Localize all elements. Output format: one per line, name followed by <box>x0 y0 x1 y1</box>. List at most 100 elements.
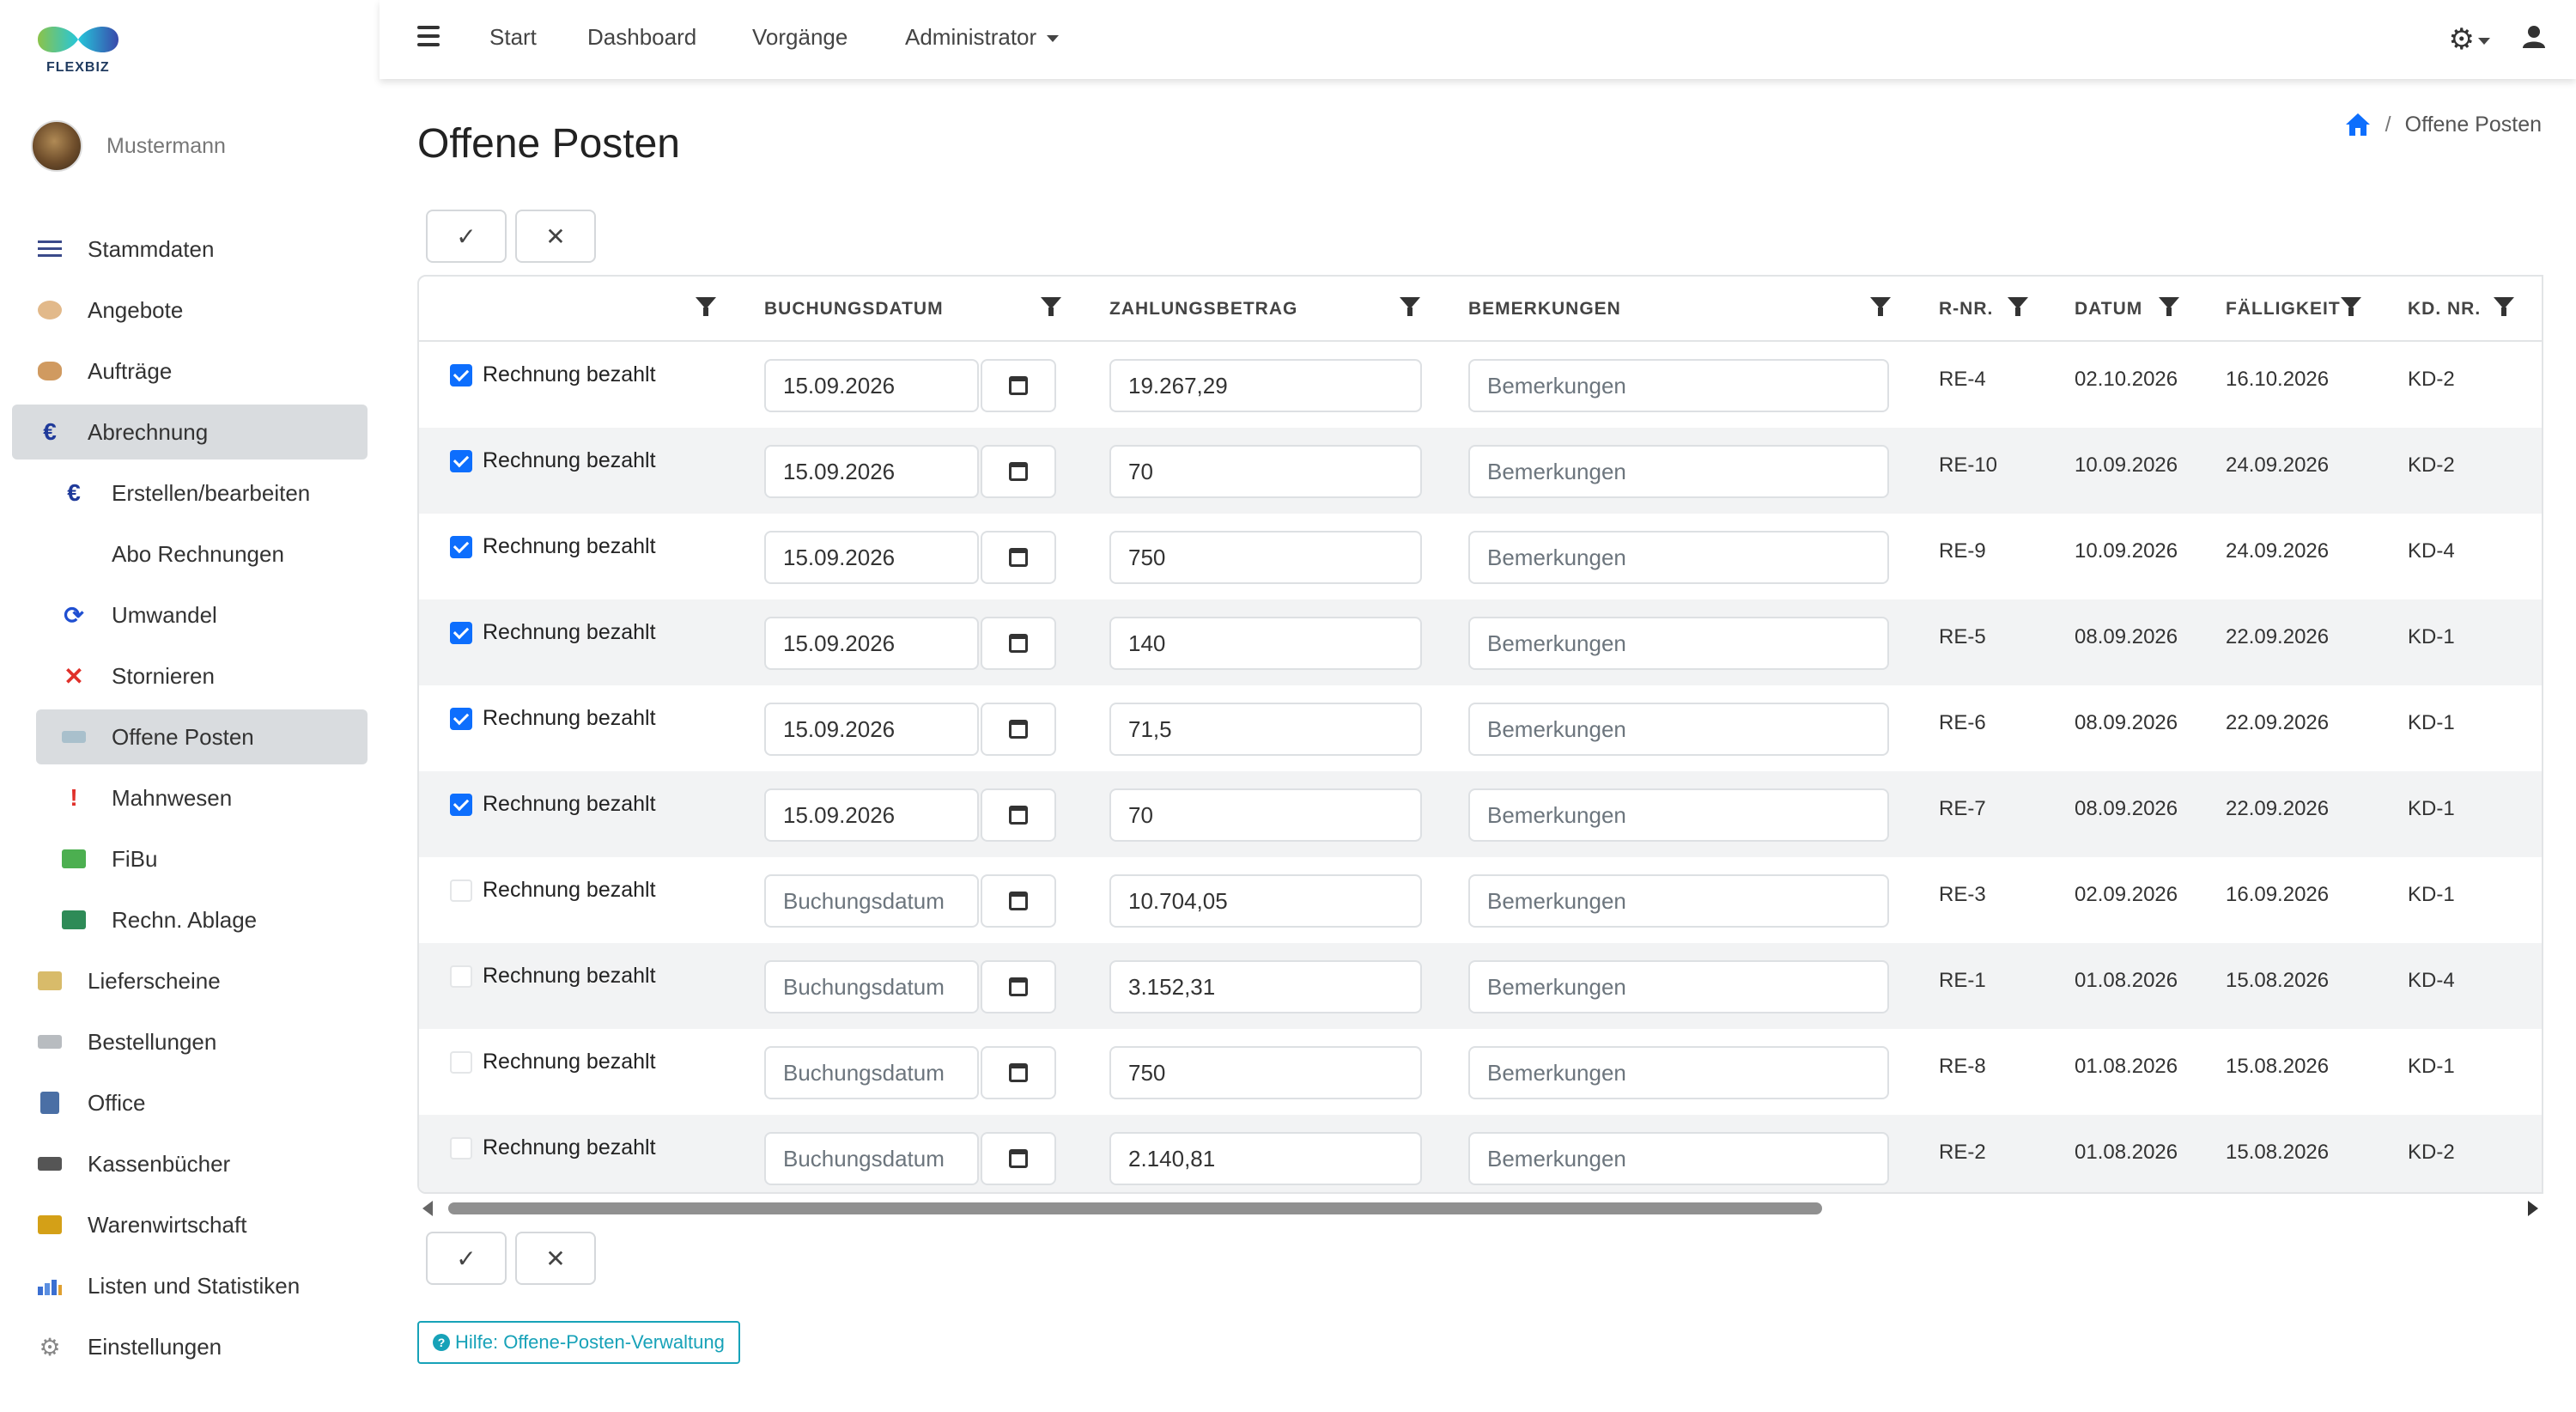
sidebar-item-auftraege[interactable]: Aufträge <box>12 344 368 399</box>
bemerkungen-input[interactable]: Bemerkungen <box>1468 617 1889 670</box>
calendar-button[interactable] <box>981 874 1056 928</box>
paid-checkbox[interactable] <box>450 364 472 386</box>
sidebar-item-einstellungen[interactable]: ⚙ Einstellungen <box>12 1319 368 1374</box>
sidebar-item-listen-statistiken[interactable]: Listen und Statistiken <box>12 1258 368 1313</box>
zahlungsbetrag-input[interactable]: 10.704,05 <box>1109 874 1422 928</box>
calendar-button[interactable] <box>981 617 1056 670</box>
filter-icon[interactable] <box>1400 297 1420 316</box>
filter-icon[interactable] <box>696 297 716 316</box>
zahlungsbetrag-input[interactable]: 750 <box>1109 1046 1422 1099</box>
cancel-button-bottom[interactable]: ✕ <box>515 1232 596 1285</box>
filter-icon[interactable] <box>1870 297 1891 316</box>
bemerkungen-input[interactable]: Bemerkungen <box>1468 1046 1889 1099</box>
bemerkungen-input[interactable]: Bemerkungen <box>1468 960 1889 1013</box>
calendar-button[interactable] <box>981 359 1056 412</box>
bemerkungen-input[interactable]: Bemerkungen <box>1468 703 1889 756</box>
sidebar-item-angebote[interactable]: Angebote <box>12 283 368 338</box>
user-icon[interactable] <box>2521 24 2547 50</box>
zahlungsbetrag-input[interactable]: 19.267,29 <box>1109 359 1422 412</box>
sidebar-item-stammdaten[interactable]: Stammdaten <box>12 222 368 277</box>
paid-checkbox[interactable] <box>450 1051 472 1074</box>
scrollbar-thumb[interactable] <box>448 1202 1822 1214</box>
filter-icon[interactable] <box>2008 297 2028 316</box>
zahlungsbetrag-input[interactable]: 140 <box>1109 617 1422 670</box>
filter-icon[interactable] <box>2159 297 2179 316</box>
horizontal-scrollbar[interactable] <box>417 1196 2543 1221</box>
sidebar-item-erstellen[interactable]: € Erstellen/bearbeiten <box>36 466 368 520</box>
buchungsdatum-input[interactable]: Buchungsdatum <box>764 960 979 1013</box>
sidebar-item-mahnwesen[interactable]: ! Mahnwesen <box>36 770 368 825</box>
buchungsdatum-input[interactable]: Buchungsdatum <box>764 1046 979 1099</box>
calendar-button[interactable] <box>981 960 1056 1013</box>
bemerkungen-input[interactable]: Bemerkungen <box>1468 1132 1889 1185</box>
bemerkungen-input[interactable]: Bemerkungen <box>1468 445 1889 498</box>
zahlungsbetrag-input[interactable]: 70 <box>1109 445 1422 498</box>
cancel-button-top[interactable]: ✕ <box>515 210 596 263</box>
buchungsdatum-input[interactable]: 15.09.2026 <box>764 445 979 498</box>
filter-icon[interactable] <box>1041 297 1061 316</box>
filter-icon[interactable] <box>2494 297 2514 316</box>
bemerkungen-input[interactable]: Bemerkungen <box>1468 874 1889 928</box>
calendar-button[interactable] <box>981 1046 1056 1099</box>
paid-checkbox[interactable] <box>450 536 472 558</box>
paid-checkbox[interactable] <box>450 450 472 472</box>
buchungsdatum-input[interactable]: 15.09.2026 <box>764 359 979 412</box>
menu-toggle-icon[interactable] <box>417 26 440 46</box>
bemerkungen-input[interactable]: Bemerkungen <box>1468 359 1889 412</box>
paid-checkbox[interactable] <box>450 879 472 902</box>
scroll-right-icon[interactable] <box>2528 1201 2538 1216</box>
paid-checkbox[interactable] <box>450 708 472 730</box>
zahlungsbetrag-input[interactable]: 750 <box>1109 531 1422 584</box>
help-button[interactable]: ? Hilfe: Offene-Posten-Verwaltung <box>417 1321 740 1364</box>
zahlungsbetrag-input[interactable]: 71,5 <box>1109 703 1422 756</box>
sidebar-item-bestellungen[interactable]: Bestellungen <box>12 1014 368 1069</box>
flexbiz-logo[interactable]: FLEXBIZ <box>31 15 125 84</box>
calendar-button[interactable] <box>981 1132 1056 1185</box>
nav-vorgaenge[interactable]: Vorgänge <box>752 24 848 51</box>
calendar-button[interactable] <box>981 445 1056 498</box>
settings-gear-icon[interactable]: ⚙ <box>2449 22 2490 57</box>
sidebar-item-fibu[interactable]: FiBu <box>36 831 368 886</box>
paid-checkbox[interactable] <box>450 622 472 644</box>
sidebar-item-lieferscheine[interactable]: Lieferscheine <box>12 953 368 1008</box>
sidebar-item-abrechnung[interactable]: € Abrechnung <box>12 405 368 460</box>
calendar-button[interactable] <box>981 788 1056 842</box>
calendar-button[interactable] <box>981 703 1056 756</box>
sidebar-item-rechn-ablage[interactable]: Rechn. Ablage <box>36 892 368 947</box>
confirm-button-bottom[interactable]: ✓ <box>426 1232 507 1285</box>
buchungsdatum-input[interactable]: 15.09.2026 <box>764 531 979 584</box>
paid-checkbox[interactable] <box>450 1137 472 1159</box>
paid-checkbox[interactable] <box>450 794 472 816</box>
datum-cell: 08.09.2026 <box>2075 625 2178 648</box>
faelligkeit-cell: 22.09.2026 <box>2226 711 2330 734</box>
kdnr-cell: KD-1 <box>2408 711 2455 734</box>
buchungsdatum-input[interactable]: Buchungsdatum <box>764 1132 979 1185</box>
buchungsdatum-input[interactable]: 15.09.2026 <box>764 788 979 842</box>
sidebar-item-warenwirtschaft[interactable]: Warenwirtschaft <box>12 1197 368 1252</box>
bemerkungen-input[interactable]: Bemerkungen <box>1468 531 1889 584</box>
zahlungsbetrag-input[interactable]: 2.140,81 <box>1109 1132 1422 1185</box>
filter-icon[interactable] <box>2341 297 2361 316</box>
buchungsdatum-input[interactable]: Buchungsdatum <box>764 874 979 928</box>
sidebar-item-office[interactable]: Office <box>12 1075 368 1130</box>
nav-start[interactable]: Start <box>489 24 537 51</box>
sidebar-item-kassenbuecher[interactable]: Kassenbücher <box>12 1136 368 1191</box>
home-icon[interactable] <box>2344 112 2372 137</box>
user-profile[interactable]: Mustermann <box>31 120 226 172</box>
buchungsdatum-input[interactable]: 15.09.2026 <box>764 617 979 670</box>
paid-checkbox[interactable] <box>450 965 472 988</box>
nav-administrator[interactable]: Administrator <box>905 24 1060 51</box>
zahlungsbetrag-input[interactable]: 3.152,31 <box>1109 960 1422 1013</box>
zahlungsbetrag-input[interactable]: 70 <box>1109 788 1422 842</box>
confirm-button-top[interactable]: ✓ <box>426 210 507 263</box>
calendar-button[interactable] <box>981 531 1056 584</box>
sidebar-item-offene-posten[interactable]: Offene Posten <box>36 709 368 764</box>
sidebar-item-stornieren[interactable]: ✕ Stornieren <box>36 648 368 703</box>
nav-dashboard[interactable]: Dashboard <box>587 24 696 51</box>
sidebar-item-abo-rechnungen[interactable]: Abo Rechnungen <box>36 526 368 581</box>
sidebar-item-umwandel[interactable]: ⟳ Umwandel <box>36 587 368 642</box>
buchungsdatum-input[interactable]: 15.09.2026 <box>764 703 979 756</box>
scroll-left-icon[interactable] <box>422 1201 433 1216</box>
caret-down-icon <box>1047 35 1060 43</box>
bemerkungen-input[interactable]: Bemerkungen <box>1468 788 1889 842</box>
